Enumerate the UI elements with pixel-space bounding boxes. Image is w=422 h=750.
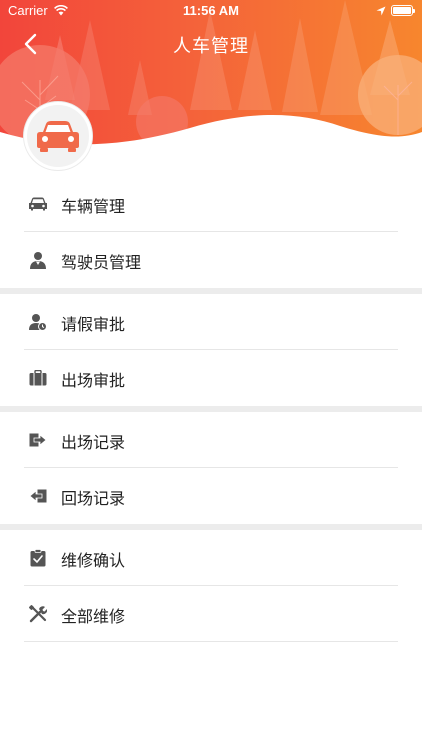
- menu-item-return-records[interactable]: 回场记录: [0, 468, 422, 524]
- menu-group-maintenance: 维修确认 全部维修: [0, 530, 422, 642]
- car-icon: [28, 194, 48, 214]
- menu-item-all-maintenance[interactable]: 全部维修: [0, 586, 422, 642]
- leave-approval-icon: [28, 312, 48, 332]
- car-avatar-icon: [37, 121, 79, 152]
- menu-item-label: 出场审批: [61, 371, 126, 390]
- menu-item-exit-records[interactable]: 出场记录: [0, 412, 422, 468]
- menu-item-label: 全部维修: [61, 607, 126, 626]
- menu-item-label: 出场记录: [61, 433, 126, 452]
- menu-item-label: 驾驶员管理: [61, 253, 142, 272]
- tools-icon: [28, 604, 48, 624]
- return-icon: [28, 486, 48, 506]
- menu-item-maintenance-confirm[interactable]: 维修确认: [0, 530, 422, 586]
- menu-group-records: 出场记录 回场记录: [0, 412, 422, 524]
- menu-list: 车辆管理 驾驶员管理 请假审批 出场审批 出场记录 回场记录 维修确认 全部维修: [0, 176, 422, 642]
- exit-icon: [28, 430, 48, 450]
- menu-item-label: 维修确认: [61, 551, 126, 570]
- battery-icon: [391, 5, 415, 16]
- row-separator: [24, 641, 398, 642]
- driver-icon: [28, 250, 48, 270]
- avatar: [24, 102, 92, 170]
- menu-group-vehicles: 车辆管理 驾驶员管理: [0, 176, 422, 288]
- menu-item-vehicle-management[interactable]: 车辆管理: [0, 176, 422, 232]
- status-time: 11:56 AM: [183, 3, 239, 18]
- menu-item-driver-management[interactable]: 驾驶员管理: [0, 232, 422, 288]
- location-arrow-icon: [376, 4, 386, 19]
- menu-group-approvals: 请假审批 出场审批: [0, 294, 422, 406]
- menu-item-label: 车辆管理: [61, 197, 126, 216]
- menu-item-exit-approval[interactable]: 出场审批: [0, 350, 422, 406]
- menu-item-label: 回场记录: [61, 489, 126, 508]
- menu-item-label: 请假审批: [61, 315, 126, 334]
- clipboard-check-icon: [28, 548, 48, 568]
- status-bar: Carrier 11:56 AM: [0, 0, 422, 22]
- briefcase-icon: [28, 368, 48, 388]
- page-title: 人车管理: [173, 36, 249, 57]
- menu-item-leave-approval[interactable]: 请假审批: [0, 294, 422, 350]
